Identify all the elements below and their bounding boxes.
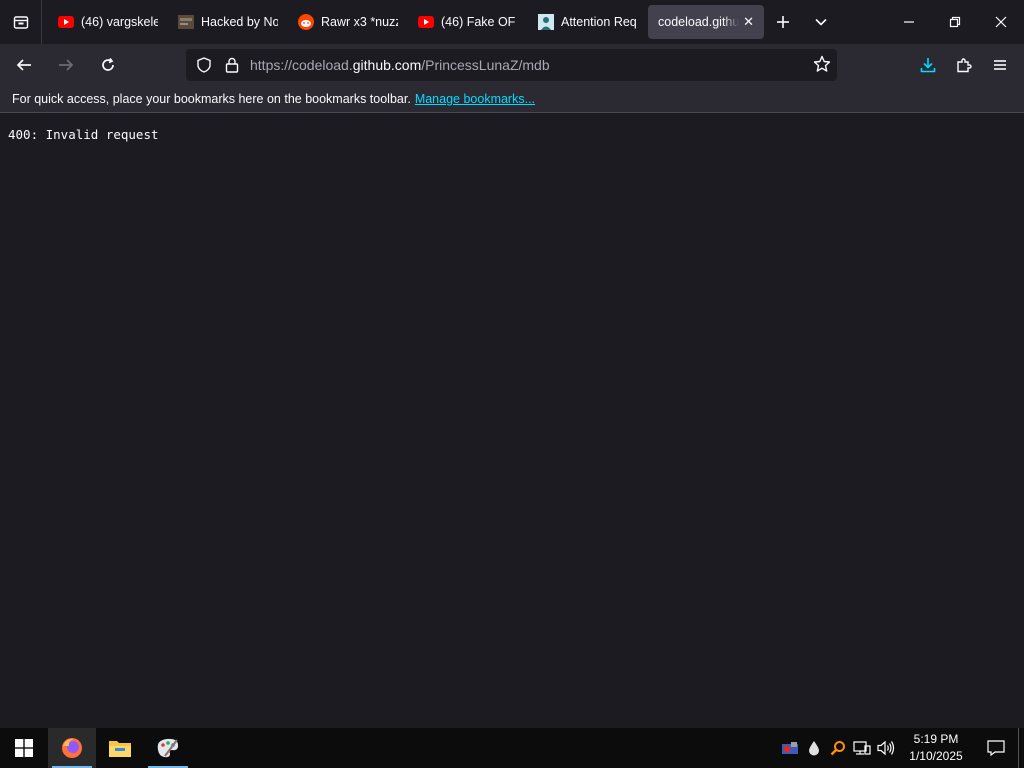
list-all-tabs-button[interactable] [802, 0, 840, 44]
taskbar-file-explorer[interactable] [96, 728, 144, 768]
tray-app-icon[interactable] [778, 728, 802, 768]
paint-palette-icon [157, 738, 179, 758]
arrow-left-icon [16, 59, 31, 71]
minimize-icon [904, 21, 914, 23]
tab-title: Attention Req [561, 15, 637, 29]
volume-icon[interactable] [874, 728, 898, 768]
droplet-icon[interactable] [802, 728, 826, 768]
url-host: github.com [352, 57, 422, 73]
tracking-protection-icon[interactable] [188, 57, 220, 73]
tab-title: (46) vargskelet [81, 15, 158, 29]
tab-fake-of[interactable]: (46) Fake OF li [408, 5, 528, 39]
tab-rawr[interactable]: Rawr x3 *nuzzl [288, 5, 408, 39]
windows-taskbar: 5:19 PM 1/10/2025 [0, 728, 1024, 768]
person-icon [538, 14, 554, 30]
chevron-down-icon [815, 18, 827, 26]
error-message: 400: Invalid request [8, 127, 159, 142]
youtube-icon [418, 14, 434, 30]
back-button[interactable] [6, 49, 42, 81]
firefox-view-icon [13, 16, 28, 29]
tab-strip: (46) vargskelet Hacked by No Rawr x3 *nu… [42, 0, 764, 44]
minimize-button[interactable] [886, 0, 932, 44]
navigation-toolbar: https://codeload.github.com/PrincessLuna… [0, 44, 1024, 86]
tab-title: (46) Fake OF li [441, 15, 518, 29]
window-controls [886, 0, 1024, 44]
bookmark-star-icon[interactable] [813, 55, 831, 78]
forward-button[interactable] [48, 49, 84, 81]
restore-button[interactable] [932, 0, 978, 44]
system-tray: 5:19 PM 1/10/2025 [778, 728, 1024, 768]
close-window-button[interactable] [978, 0, 1024, 44]
page-content: 400: Invalid request [0, 113, 1024, 728]
action-center-button[interactable] [974, 728, 1018, 768]
app-menu-button[interactable] [982, 49, 1018, 81]
hamburger-menu-icon [994, 60, 1006, 70]
tab-codeload[interactable]: codeload.github ✕ [648, 5, 764, 39]
reddit-icon [298, 14, 314, 30]
firefox-view-button[interactable] [0, 0, 42, 44]
arrow-right-icon [59, 59, 74, 71]
tab-title: Rawr x3 *nuzzl [321, 15, 398, 29]
bookmarks-empty-message: For quick access, place your bookmarks h… [12, 92, 411, 106]
url-prefix: https://codeload. [250, 57, 353, 73]
tab-title: Hacked by No [201, 15, 278, 29]
puzzle-icon [957, 58, 972, 73]
youtube-icon [58, 14, 74, 30]
clock-time: 5:19 PM [913, 732, 959, 746]
tab-title: codeload.github [658, 15, 740, 29]
notification-icon [987, 740, 1005, 756]
new-tab-button[interactable] [764, 0, 802, 44]
reload-button[interactable] [90, 49, 126, 81]
bookmarks-toolbar: For quick access, place your bookmarks h… [0, 86, 1024, 113]
network-icon[interactable] [850, 728, 874, 768]
reload-icon [102, 57, 114, 71]
plus-icon [777, 16, 789, 28]
tab-attention[interactable]: Attention Req [528, 5, 648, 39]
lock-icon[interactable] [220, 57, 244, 73]
taskbar-firefox[interactable] [48, 728, 96, 768]
close-icon [995, 16, 1007, 28]
tab-hacked[interactable]: Hacked by No [168, 5, 288, 39]
folder-icon [109, 741, 131, 757]
image-icon [178, 14, 194, 30]
firefox-icon [62, 738, 82, 758]
magnifier-icon[interactable] [826, 728, 850, 768]
show-desktop-button[interactable] [1018, 728, 1024, 768]
url-text: https://codeload.github.com/PrincessLuna… [250, 57, 550, 73]
windows-logo-icon [15, 739, 33, 757]
url-path: /PrincessLunaZ/mdb [421, 57, 550, 73]
downloads-button[interactable] [910, 49, 946, 81]
manage-bookmarks-link[interactable]: Manage bookmarks... [415, 92, 535, 106]
download-icon [920, 58, 936, 73]
start-button[interactable] [0, 728, 48, 768]
close-tab-icon[interactable]: ✕ [743, 14, 754, 30]
restore-icon [949, 16, 961, 28]
taskbar-paint[interactable] [144, 728, 192, 768]
toolbar-right [910, 44, 1018, 86]
tab-vargskelet[interactable]: (46) vargskelet [48, 5, 168, 39]
url-bar[interactable]: https://codeload.github.com/PrincessLuna… [186, 49, 837, 81]
tab-bar: (46) vargskelet Hacked by No Rawr x3 *nu… [0, 0, 1024, 44]
extensions-button[interactable] [946, 49, 982, 81]
clock-date: 1/10/2025 [909, 749, 963, 763]
taskbar-clock[interactable]: 5:19 PM 1/10/2025 [898, 731, 974, 765]
